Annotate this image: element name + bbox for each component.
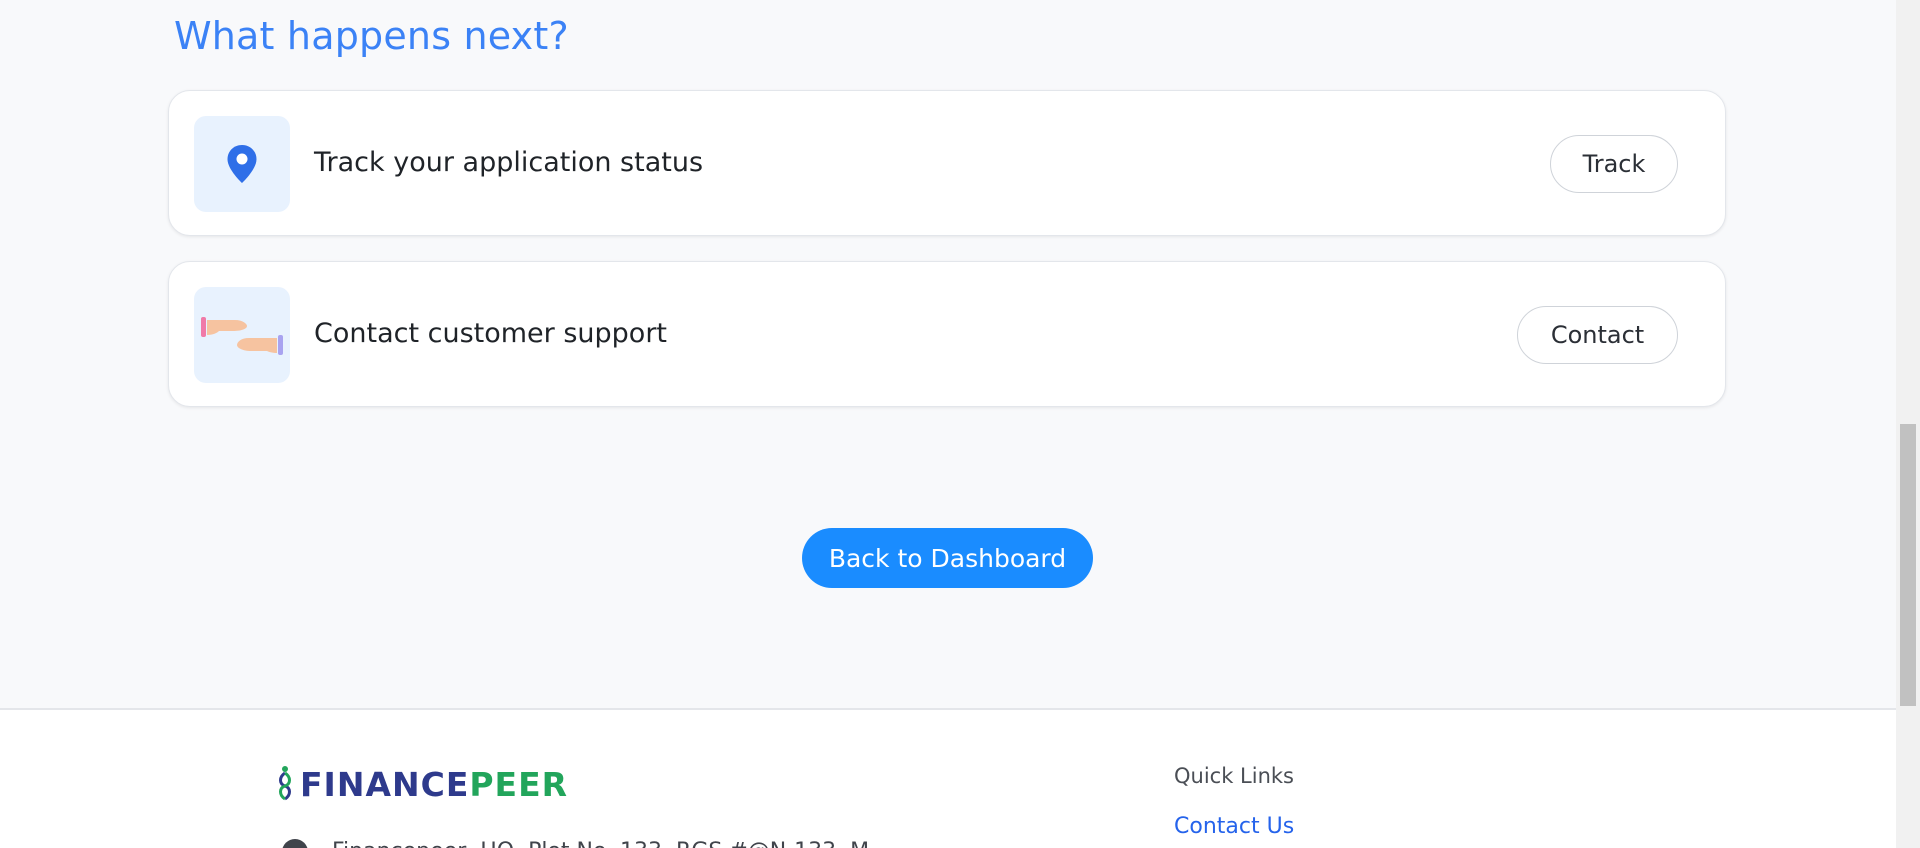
contact-button[interactable]: Contact (1517, 306, 1678, 364)
contact-support-label: Contact customer support (314, 318, 668, 349)
track-button[interactable]: Track (1550, 135, 1678, 193)
address-text: Financepeer, HQ, Plot No. 133, RGS #@N-1… (332, 839, 869, 848)
logo-text-peer: PEER (469, 764, 569, 804)
logo-mark-icon (279, 766, 291, 801)
support-hands-icon (194, 287, 290, 383)
page: What happens next? Track your applicatio… (0, 0, 1920, 848)
address-row: Financepeer, HQ, Plot No. 133, RGS #@N-1… (282, 839, 869, 848)
scrollbar-thumb[interactable] (1900, 424, 1916, 706)
logo-text-finance: FINANCE (300, 764, 470, 804)
vertical-scrollbar[interactable] (1896, 0, 1920, 848)
contact-support-card: Contact customer support Contact (168, 261, 1726, 407)
address-icon (282, 839, 308, 848)
financepeer-logo[interactable]: FINANCEPEER (276, 764, 568, 804)
contact-us-link[interactable]: Contact Us (1174, 814, 1294, 839)
main-content: What happens next? Track your applicatio… (0, 0, 1896, 710)
back-to-dashboard-button[interactable]: Back to Dashboard (802, 528, 1093, 588)
track-status-label: Track your application status (314, 147, 704, 178)
track-status-card: Track your application status Track (168, 90, 1726, 236)
quick-links-title: Quick Links (1174, 764, 1295, 788)
footer: FINANCEPEER Financepeer, HQ, Plot No. 13… (0, 708, 1896, 848)
section-title: What happens next? (174, 14, 569, 58)
location-pin-icon (194, 116, 290, 212)
